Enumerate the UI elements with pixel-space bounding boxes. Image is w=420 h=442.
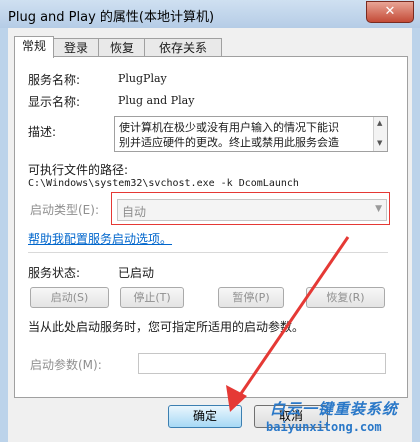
description-scrollbar[interactable]: ▲ ▼ xyxy=(373,117,387,151)
status-value: 已启动 xyxy=(118,266,155,280)
startup-type-label: 启动类型(E): xyxy=(30,203,99,217)
display-name-label: 显示名称: xyxy=(28,95,81,109)
description-line-1: 使计算机在极少或没有用户输入的情况下能识 xyxy=(119,121,339,134)
properties-dialog: Plug and Play 的属性(本地计算机) ✕ 常规 登录 恢复 依存关系… xyxy=(0,0,420,442)
start-params-hint: 当从此处启动服务时，您可指定所适用的启动参数。 xyxy=(28,320,305,334)
watermark: 白云一键重装系统 baiyunxitong.com xyxy=(262,396,418,440)
description-line-2: 别并适应硬件的更改。终止或禁用此服务会造 xyxy=(119,136,339,149)
service-name-label: 服务名称: xyxy=(28,73,81,87)
tab-recovery[interactable]: 恢复 xyxy=(98,38,146,57)
stop-button[interactable]: 停止(T) xyxy=(120,287,184,308)
exe-path-label: 可执行文件的路径: xyxy=(28,163,129,177)
separator xyxy=(28,252,388,253)
description-textbox[interactable]: 使计算机在极少或没有用户输入的情况下能识 别并适应硬件的更改。终止或禁用此服务会… xyxy=(114,116,388,152)
help-link[interactable]: 帮助我配置服务启动选项。 xyxy=(28,230,172,247)
scroll-down-icon[interactable]: ▼ xyxy=(377,139,382,147)
display-name-value[interactable]: Plug and Play xyxy=(118,94,194,107)
exe-path-value[interactable]: C:\Windows\system32\svchost.exe -k DcomL… xyxy=(28,178,299,189)
pause-button[interactable]: 暂停(P) xyxy=(218,287,284,308)
tab-general[interactable]: 常规 xyxy=(14,36,54,58)
ok-button[interactable]: 确定 xyxy=(168,405,242,428)
annotation-highlight-rect xyxy=(111,192,390,225)
window-title: Plug and Play 的属性(本地计算机) xyxy=(8,10,215,25)
resume-button[interactable]: 恢复(R) xyxy=(306,287,385,308)
scroll-up-icon[interactable]: ▲ xyxy=(377,119,382,127)
status-label: 服务状态: xyxy=(28,266,81,280)
tab-dependencies[interactable]: 依存关系 xyxy=(144,38,222,57)
close-button[interactable]: ✕ xyxy=(366,1,414,23)
watermark-url: baiyunxitong.com xyxy=(266,420,382,434)
service-name-value[interactable]: PlugPlay xyxy=(118,72,167,85)
start-params-input[interactable] xyxy=(138,353,386,374)
start-button[interactable]: 启动(S) xyxy=(30,287,109,308)
start-params-label: 启动参数(M): xyxy=(30,358,102,372)
watermark-text: 白云一键重装系统 xyxy=(270,400,399,418)
title-bar: Plug and Play 的属性(本地计算机) ✕ xyxy=(0,0,420,28)
description-label: 描述: xyxy=(28,125,57,139)
tab-logon[interactable]: 登录 xyxy=(52,38,100,57)
